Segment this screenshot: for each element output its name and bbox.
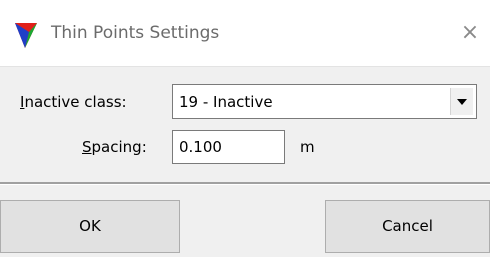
spacing-label: Spacing:	[82, 136, 147, 158]
ok-button[interactable]: OK	[0, 200, 180, 253]
inactive-class-value: 19 - Inactive	[179, 93, 273, 111]
spacing-label-text: pacing:	[91, 138, 147, 156]
cancel-button[interactable]: Cancel	[325, 200, 490, 253]
window-title: Thin Points Settings	[51, 23, 220, 43]
dialog-window: Thin Points Settings × Inactive class: 1…	[0, 0, 490, 257]
tri-color-arrow-icon	[15, 23, 37, 48]
inactive-class-label: Inactive class:	[20, 91, 127, 113]
spacing-accelerator: S	[82, 138, 92, 156]
inactive-class-label-text: nactive class:	[24, 93, 127, 111]
spacing-input[interactable]: 0.100	[172, 130, 285, 164]
spacing-unit: m	[300, 138, 315, 156]
chevron-down-icon	[457, 99, 467, 105]
close-icon[interactable]: ×	[455, 18, 485, 48]
inactive-class-select[interactable]: 19 - Inactive	[172, 84, 477, 119]
dropdown-button[interactable]	[450, 88, 473, 115]
separator	[0, 182, 490, 185]
title-bar: Thin Points Settings ×	[0, 0, 490, 67]
